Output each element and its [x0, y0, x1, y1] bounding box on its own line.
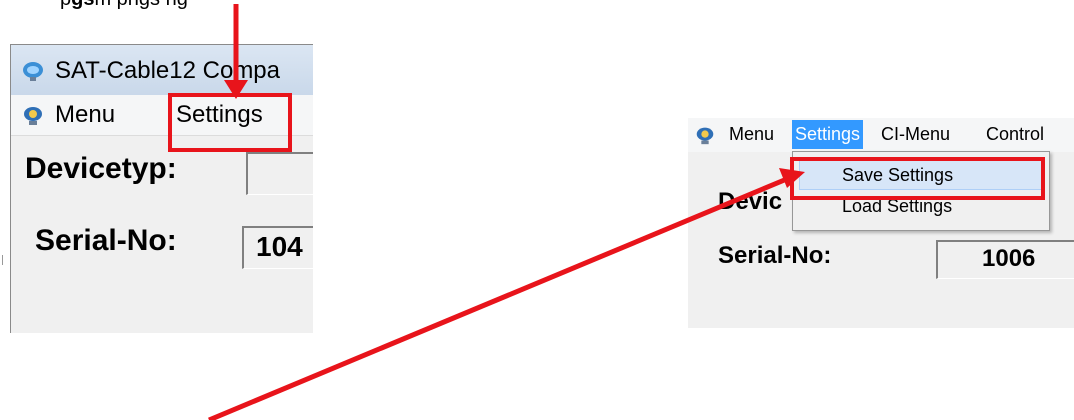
annotation-arrows: [208, 4, 805, 420]
arrow-down: [224, 4, 248, 99]
arrow-diagonal: [208, 168, 805, 420]
